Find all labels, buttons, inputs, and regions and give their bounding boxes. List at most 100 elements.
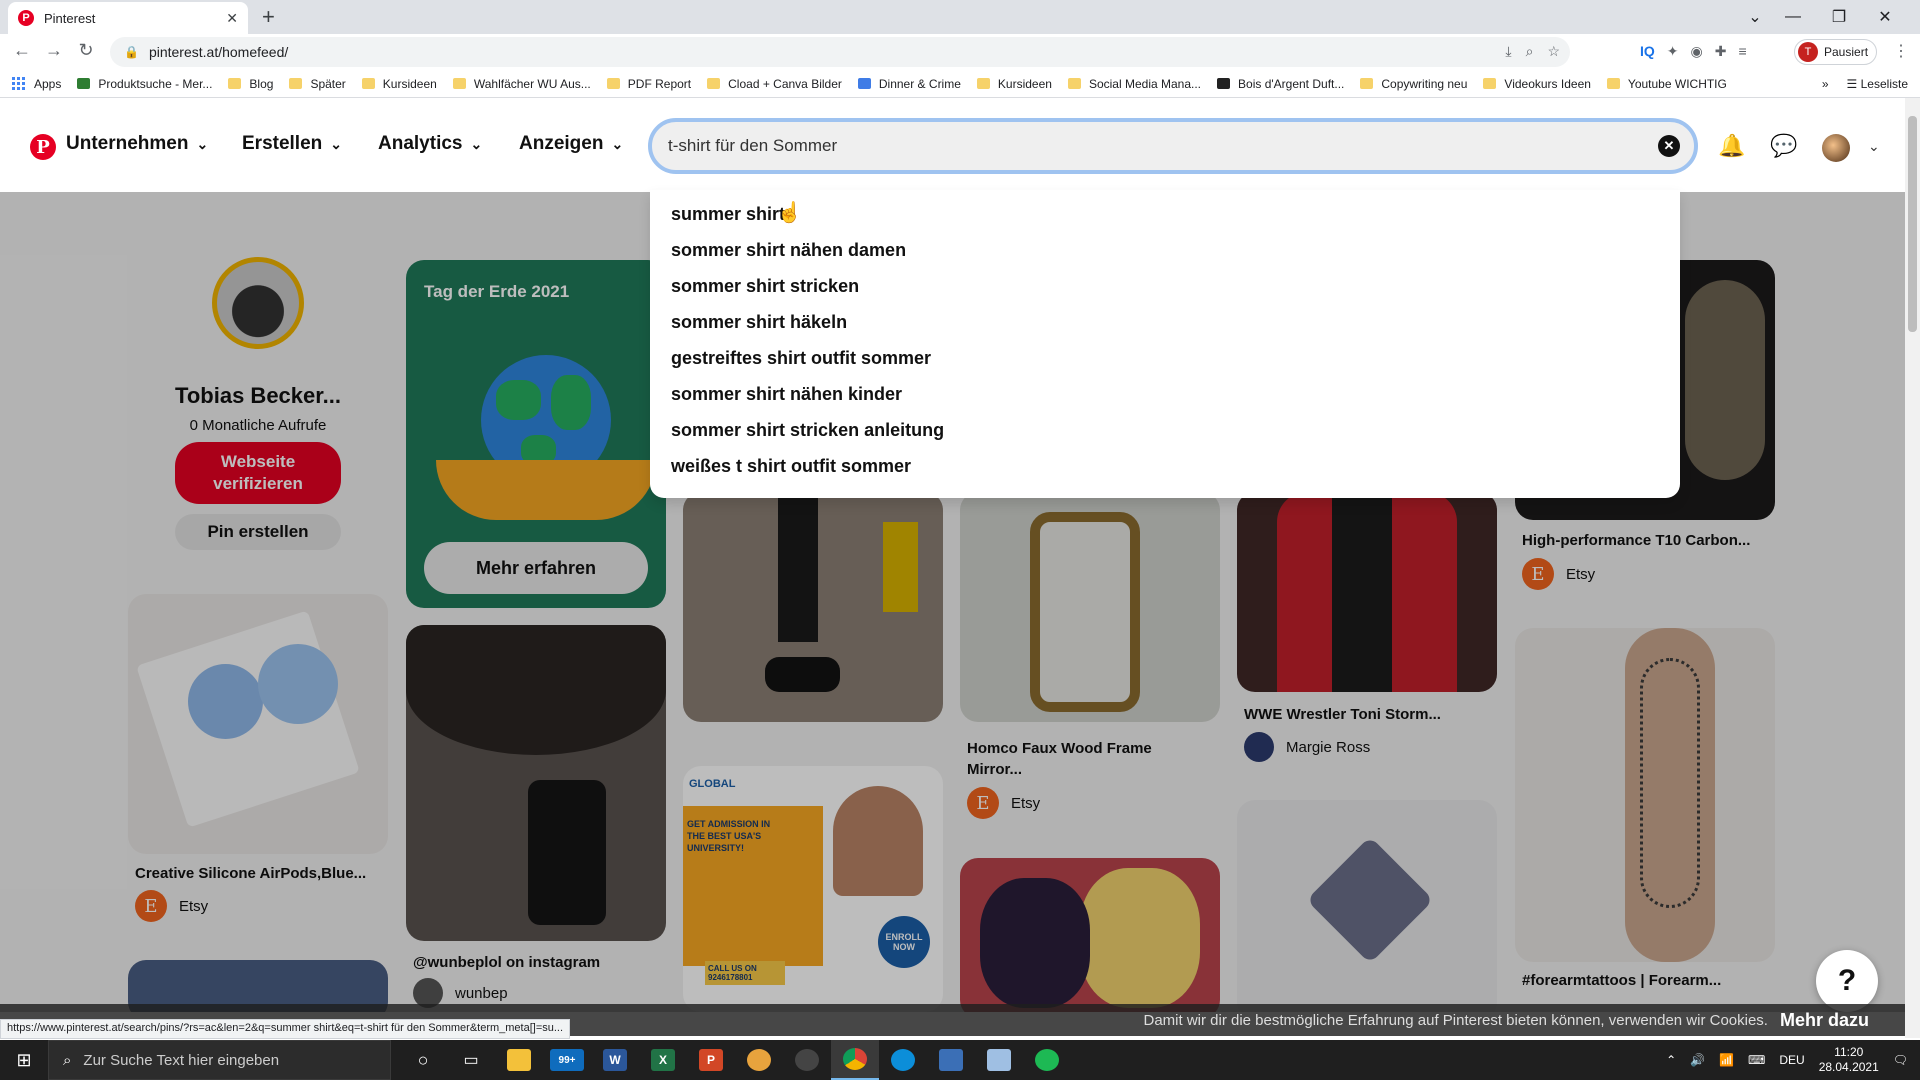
clear-search-icon[interactable]: ✕ (1658, 135, 1680, 157)
reading-list-button[interactable]: ☰ Leseliste (1847, 77, 1908, 91)
nav-anzeigen[interactable]: Anzeigen ⌄ (519, 133, 623, 155)
bookmark-item[interactable]: Bois d'Argent Duft... (1217, 77, 1344, 91)
chevron-down-icon: ⌄ (611, 135, 624, 152)
cortana-icon[interactable]: ○ (399, 1040, 447, 1080)
app-icon[interactable] (783, 1040, 831, 1080)
edge-icon[interactable] (879, 1040, 927, 1080)
folder-icon (707, 78, 721, 89)
clock-time: 11:20 (1834, 1045, 1864, 1059)
suggestion-item[interactable]: weißes t shirt outfit sommer (650, 448, 1680, 484)
powerpoint-icon[interactable]: P (687, 1040, 735, 1080)
reload-icon[interactable]: ↻ (74, 40, 98, 61)
mail-icon[interactable]: 99+ (543, 1040, 591, 1080)
tab-close-icon[interactable]: ✕ (226, 10, 238, 27)
bookmark-apps[interactable]: Apps (12, 76, 61, 91)
minimize-icon[interactable]: — (1770, 8, 1816, 26)
app-icon[interactable] (975, 1040, 1023, 1080)
spotify-icon[interactable] (1023, 1040, 1071, 1080)
search-input[interactable]: t-shirt für den Sommer ✕ (648, 118, 1698, 174)
scrollbar-thumb[interactable] (1908, 116, 1917, 332)
bookmark-item[interactable]: Kursideen (976, 77, 1052, 91)
suggestion-item[interactable]: gestreiftes shirt outfit sommer (650, 340, 1680, 376)
zoom-icon[interactable]: ⌕ (1526, 43, 1534, 60)
profile-chip[interactable]: T Pausiert (1794, 39, 1878, 65)
page-scrollbar[interactable] (1905, 98, 1920, 1038)
keyboard-icon[interactable]: ⌨ (1748, 1053, 1765, 1067)
reading-list-icon[interactable]: ≡ (1738, 43, 1746, 60)
puzzle-extensions-icon[interactable]: ✚ (1715, 43, 1727, 60)
chevron-down-icon: ⌄ (196, 135, 209, 152)
bookmark-item[interactable]: PDF Report (606, 76, 692, 91)
bookmark-item[interactable]: Dinner & Crime (857, 77, 961, 91)
clock[interactable]: 11:20 28.04.2021 (1819, 1045, 1879, 1075)
suggestion-item[interactable]: sommer shirt stricken anleitung (650, 412, 1680, 448)
tab-pinterest[interactable]: P Pinterest ✕ (8, 2, 248, 34)
forward-icon[interactable]: → (42, 40, 66, 61)
bookmark-item[interactable]: Blog (228, 77, 273, 91)
clock-date: 28.04.2021 (1818, 1060, 1879, 1074)
windows-taskbar: ⊞ ⌕ Zur Suche Text hier eingeben ○ ▭ 99+… (0, 1040, 1920, 1080)
pinterest-logo-icon[interactable]: P (30, 134, 56, 160)
taskbar-search-input[interactable]: ⌕ Zur Suche Text hier eingeben (48, 1040, 391, 1080)
messages-icon[interactable]: 💬 (1770, 132, 1798, 160)
file-explorer-icon[interactable] (495, 1040, 543, 1080)
bookmark-item[interactable]: Später (289, 77, 346, 91)
cookie-more-link[interactable]: Mehr dazu (1780, 1010, 1869, 1031)
language-indicator[interactable]: DEU (1779, 1053, 1804, 1067)
chrome-icon[interactable] (831, 1040, 879, 1080)
profile-status: Pausiert (1824, 45, 1869, 59)
bookmark-item[interactable]: Cload + Canva Bilder (707, 77, 842, 91)
chevron-down-icon: ⌄ (470, 135, 483, 152)
tab-search-icon[interactable]: ⌄ (1740, 7, 1770, 27)
suggestion-item[interactable]: sommer shirt nähen kinder (650, 376, 1680, 412)
notification-center-icon[interactable]: 🗨 (1893, 1053, 1908, 1067)
nav-analytics[interactable]: Analytics ⌄ (378, 133, 482, 155)
browser-menu-icon[interactable]: ⋮ (1893, 41, 1909, 61)
suggestion-item[interactable]: sommer shirt stricken (650, 268, 1680, 304)
back-icon[interactable]: ← (10, 40, 34, 61)
extension-icon[interactable]: ✦ (1667, 43, 1679, 60)
iq-extension-icon[interactable]: IQ (1640, 43, 1655, 60)
word-icon[interactable]: W (591, 1040, 639, 1080)
suggestion-item[interactable]: sommer shirt häkeln (650, 304, 1680, 340)
vpn-extension-icon[interactable]: ◉ (1691, 43, 1703, 60)
tray-chevron-icon[interactable]: ⌃ (1666, 1053, 1676, 1067)
bookmark-item[interactable]: Kursideen (361, 77, 437, 91)
lock-icon[interactable]: 🔒 (124, 45, 139, 59)
bookmark-item[interactable]: Copywriting neu (1360, 77, 1467, 91)
bookmark-item[interactable]: Youtube WICHTIG (1606, 77, 1727, 91)
bookmark-item[interactable]: Wahlfächer WU Aus... (452, 77, 591, 91)
taskbar-apps: ○ ▭ 99+ W X P (399, 1040, 1071, 1080)
new-tab-button[interactable]: + (262, 4, 275, 30)
nav-erstellen[interactable]: Erstellen ⌄ (242, 133, 342, 155)
help-button[interactable]: ? (1816, 950, 1878, 1012)
user-avatar[interactable] (1822, 134, 1850, 162)
network-icon[interactable]: 📶 (1719, 1053, 1734, 1067)
windows-start-icon[interactable]: ⊞ (0, 1040, 48, 1080)
system-tray: ⌃ 🔊 📶 ⌨ DEU 11:20 28.04.2021 🗨 (1666, 1040, 1920, 1080)
account-chevron-down-icon[interactable]: ⌄ (1868, 138, 1880, 155)
bookmark-label: PDF Report (627, 76, 692, 91)
bookmark-item[interactable]: Videokurs Ideen (1483, 77, 1591, 91)
bookmark-label: Cload + Canva Bilder (728, 76, 842, 91)
excel-icon[interactable]: X (639, 1040, 687, 1080)
bookmarks-overflow-icon[interactable]: » (1822, 77, 1829, 91)
folder-icon (606, 78, 620, 89)
install-icon[interactable]: ⤓ (1505, 43, 1511, 60)
bookmark-item[interactable]: Produktsuche - Mer... (77, 77, 212, 91)
app-icon[interactable] (927, 1040, 975, 1080)
close-window-icon[interactable]: ✕ (1862, 7, 1908, 27)
suggestion-item[interactable]: sommer shirt nähen damen (650, 232, 1680, 268)
volume-icon[interactable]: 🔊 (1690, 1053, 1705, 1067)
bookmark-item[interactable]: Social Media Mana... (1067, 77, 1201, 91)
notifications-bell-icon[interactable]: 🔔 (1718, 132, 1746, 160)
pinterest-header: P Unternehmen ⌄ Erstellen ⌄ Analytics ⌄ Anz… (0, 98, 1905, 192)
suggestion-item[interactable]: summer shirt (650, 196, 1680, 232)
folder-icon (976, 78, 990, 89)
bookmark-star-icon[interactable]: ☆ (1547, 43, 1560, 60)
address-bar[interactable]: 🔒 pinterest.at/homefeed/ ⤓ ⌕ ☆ (110, 37, 1570, 67)
task-view-icon[interactable]: ▭ (447, 1040, 495, 1080)
restore-icon[interactable]: ❐ (1816, 7, 1862, 27)
app-icon[interactable] (735, 1040, 783, 1080)
nav-unternehmen[interactable]: Unternehmen ⌄ (66, 133, 208, 155)
